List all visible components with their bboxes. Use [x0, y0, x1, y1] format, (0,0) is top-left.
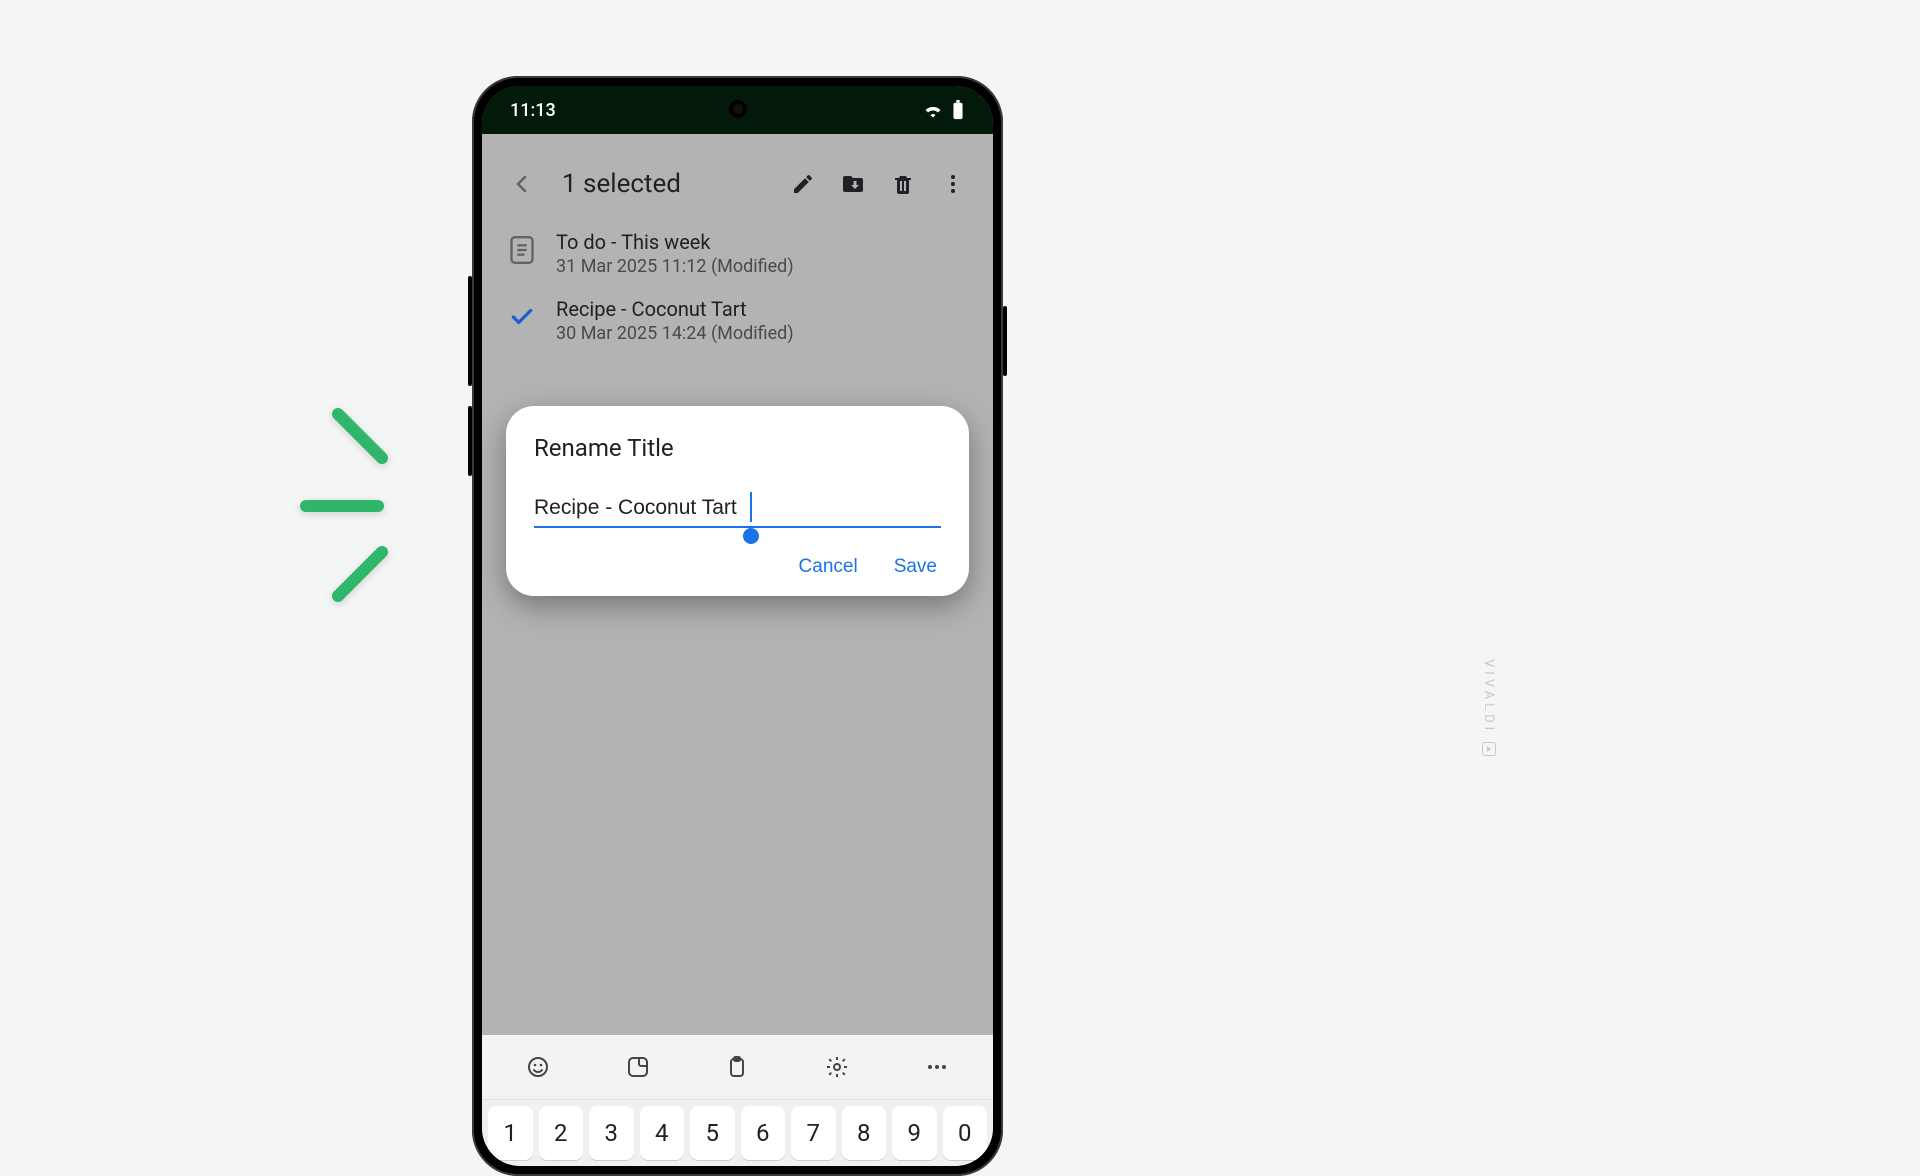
decorative-strokes: [300, 400, 420, 610]
key-0[interactable]: 0: [943, 1106, 988, 1160]
rename-input[interactable]: [534, 496, 941, 520]
key-2[interactable]: 2: [539, 1106, 584, 1160]
key-5[interactable]: 5: [690, 1106, 735, 1160]
check-icon: [508, 303, 536, 331]
text-caret: [750, 492, 752, 522]
more-icon[interactable]: [917, 1047, 957, 1087]
more-button[interactable]: [931, 162, 975, 206]
key-3[interactable]: 3: [589, 1106, 634, 1160]
battery-icon: [951, 100, 965, 120]
rename-field[interactable]: [534, 496, 941, 528]
save-button[interactable]: Save: [894, 556, 937, 578]
note-meta: 31 Mar 2025 11:12 (Modified): [556, 256, 794, 277]
edit-button[interactable]: [781, 162, 825, 206]
selection-toolbar: 1 selected: [482, 148, 993, 220]
sticker-icon[interactable]: [618, 1047, 658, 1087]
key-8[interactable]: 8: [842, 1106, 887, 1160]
rename-dialog: Rename Title Cancel Save: [506, 406, 969, 596]
cancel-button[interactable]: Cancel: [799, 556, 858, 578]
key-6[interactable]: 6: [741, 1106, 786, 1160]
settings-icon[interactable]: [817, 1047, 857, 1087]
watermark: VIVALDI: [1481, 659, 1496, 756]
key-9[interactable]: 9: [892, 1106, 937, 1160]
note-icon: [508, 236, 536, 264]
phone-frame: 11:13 1 selected: [472, 76, 1003, 1176]
watermark-logo-icon: [1482, 742, 1496, 756]
phone-screen: 11:13 1 selected: [482, 86, 993, 1166]
key-4[interactable]: 4: [640, 1106, 685, 1160]
clipboard-icon[interactable]: [717, 1047, 757, 1087]
status-time: 11:13: [510, 100, 556, 121]
move-button[interactable]: [831, 162, 875, 206]
note-title: Recipe - Coconut Tart: [556, 297, 794, 321]
note-row[interactable]: To do - This week 31 Mar 2025 11:12 (Mod…: [482, 220, 993, 287]
dialog-heading: Rename Title: [534, 434, 941, 462]
soft-keyboard: 1234567890: [482, 1035, 993, 1166]
text-caret-handle[interactable]: [743, 528, 759, 544]
key-1[interactable]: 1: [488, 1106, 533, 1160]
phone-camera-notch: [729, 100, 747, 118]
key-7[interactable]: 7: [791, 1106, 836, 1160]
emoji-icon[interactable]: [518, 1047, 558, 1087]
note-meta: 30 Mar 2025 14:24 (Modified): [556, 323, 794, 344]
wifi-icon: [923, 102, 943, 118]
note-row[interactable]: Recipe - Coconut Tart 30 Mar 2025 14:24 …: [482, 287, 993, 354]
watermark-text: VIVALDI: [1481, 659, 1496, 734]
note-title: To do - This week: [556, 230, 794, 254]
selection-count: 1 selected: [562, 169, 775, 199]
back-button[interactable]: [500, 162, 544, 206]
delete-button[interactable]: [881, 162, 925, 206]
